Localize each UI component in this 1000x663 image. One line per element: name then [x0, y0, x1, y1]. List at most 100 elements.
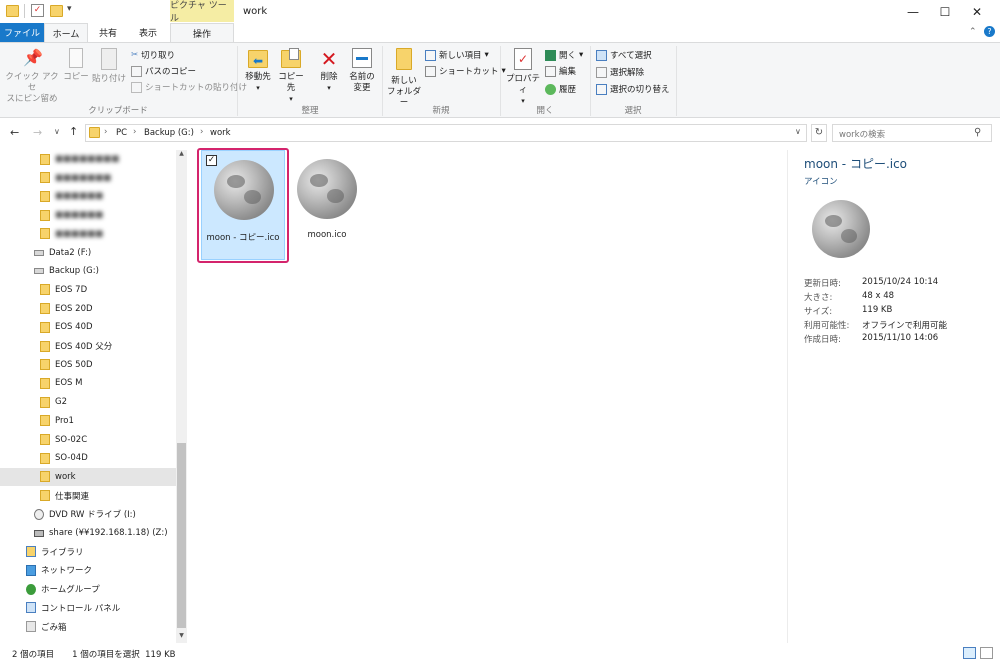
nav-item-label: work — [55, 471, 76, 482]
details-divider[interactable] — [787, 150, 788, 643]
shortcut-button[interactable]: ショートカット ▾ — [425, 64, 506, 78]
large-icons-view-icon[interactable] — [980, 647, 993, 659]
cut-label: 切り取り — [141, 51, 176, 61]
nav-item[interactable]: EOS 40D 父分 — [0, 337, 176, 355]
nav-item[interactable]: work — [0, 467, 176, 486]
nav-item[interactable]: EOS 50D — [0, 356, 176, 374]
invert-selection-label: 選択の切り替え — [610, 85, 670, 95]
new-folder-icon — [396, 48, 412, 70]
invert-selection-icon — [596, 83, 607, 95]
paste-button[interactable]: 貼り付け — [92, 48, 126, 85]
edit-icon — [545, 65, 556, 77]
folder-icon — [40, 228, 50, 240]
new-folder-quick-icon[interactable] — [50, 5, 63, 17]
new-item-button[interactable]: 新しい項目 ▾ — [425, 48, 489, 62]
nav-item-label: EOS 50D — [55, 359, 93, 370]
recent-locations-chevron-icon[interactable]: ∨ — [54, 127, 60, 136]
back-arrow-icon[interactable]: ← — [10, 126, 19, 139]
tab-manage[interactable]: 操作 — [170, 23, 234, 42]
details-size-value: 119 KB — [862, 305, 893, 315]
breadcrumb-pc[interactable]: PC — [116, 128, 127, 138]
quick-access-dropdown-icon[interactable]: ▾ — [67, 4, 72, 14]
nav-item[interactable]: share (¥¥192.168.1.18) (Z:) — [0, 524, 176, 542]
breadcrumb-work[interactable]: work — [210, 128, 231, 138]
nav-item-redacted[interactable]: ■■■■■■■ — [0, 169, 176, 187]
tab-file[interactable]: ファイル — [0, 23, 44, 42]
properties-quick-icon[interactable]: ✓ — [31, 4, 44, 17]
properties-button[interactable]: ✓ プロパティ ▾ — [504, 48, 542, 107]
ribbon-collapse-icon[interactable]: ⌃ — [969, 27, 977, 37]
select-none-button[interactable]: 選択解除 — [596, 65, 644, 79]
select-none-label: 選択解除 — [610, 68, 645, 78]
nav-item[interactable]: Data2 (F:) — [0, 244, 176, 262]
tab-view[interactable]: 表示 — [132, 23, 164, 42]
edit-button[interactable]: 編集 — [545, 64, 576, 78]
breadcrumb-drive[interactable]: Backup (G:) — [144, 128, 194, 138]
new-folder-button[interactable]: 新しい フォルダー — [386, 48, 422, 109]
nav-item[interactable]: ホームグループ — [0, 580, 176, 598]
pin-quick-access-button[interactable]: 📌 クイック アクセ スにピン留め — [4, 48, 60, 105]
invert-selection-button[interactable]: 選択の切り替え — [596, 82, 670, 96]
scroll-up-icon[interactable]: ▲ — [177, 150, 186, 160]
close-button[interactable]: ✕ — [954, 0, 1000, 24]
open-button[interactable]: 開く ▾ — [545, 48, 583, 62]
copy-button[interactable]: コピー — [62, 48, 90, 83]
nav-item-redacted[interactable]: ■■■■■■ — [0, 187, 176, 205]
window-title: work — [243, 6, 268, 17]
folder-icon — [40, 434, 50, 445]
pin-icon: 📌 — [23, 48, 43, 67]
details-view-icon[interactable] — [963, 647, 976, 659]
copy-path-button[interactable]: パスのコピー — [131, 64, 196, 78]
nav-item[interactable]: DVD RW ドライブ (I:) — [0, 505, 176, 523]
nav-item[interactable]: Pro1 — [0, 412, 176, 430]
nav-item[interactable]: EOS 7D — [0, 281, 176, 299]
address-dropdown-chevron-icon[interactable]: ∨ — [795, 127, 801, 136]
history-button[interactable]: 履歴 — [545, 82, 576, 96]
nav-item-label: SO-02C — [55, 434, 88, 445]
scroll-down-icon[interactable]: ▼ — [177, 632, 186, 642]
details-dimensions-value: 48 x 48 — [862, 291, 895, 301]
search-input[interactable]: workの検索 — [832, 124, 992, 142]
nav-item[interactable]: ごみ箱 — [0, 618, 176, 636]
delete-button[interactable]: ✕ 削除 ▾ — [316, 48, 342, 94]
nav-item[interactable]: Backup (G:) — [0, 262, 176, 280]
nav-item[interactable]: SO-04D — [0, 449, 176, 467]
nav-item[interactable]: 仕事関連 — [0, 487, 176, 505]
copy-path-icon — [131, 65, 142, 77]
navigation-scrollbar-thumb[interactable] — [177, 443, 186, 628]
file-tile-moon[interactable]: moon.ico — [285, 150, 369, 260]
tab-home[interactable]: ホーム — [44, 23, 88, 42]
nav-item-redacted[interactable]: ■■■■■■ — [0, 225, 176, 243]
nav-item-label: 仕事関連 — [55, 491, 90, 502]
nav-item[interactable]: EOS 20D — [0, 300, 176, 318]
details-created-label: 作成日時: — [804, 335, 841, 345]
help-icon[interactable]: ? — [984, 26, 995, 37]
nav-item[interactable]: EOS 40D — [0, 318, 176, 336]
paste-shortcut-button[interactable]: ショートカットの貼り付け — [131, 80, 247, 94]
nav-item-label: ■■■■■■ — [55, 191, 104, 202]
nav-item[interactable]: EOS M — [0, 374, 176, 392]
move-to-button[interactable]: ⬅ 移動先 ▾ — [243, 48, 273, 94]
forward-arrow-icon[interactable]: → — [33, 126, 42, 139]
rename-label-1: 名前の — [349, 72, 375, 82]
search-icon[interactable]: ⚲ — [974, 127, 981, 138]
copy-to-button[interactable]: コピー先 ▾ — [275, 48, 307, 105]
cut-button[interactable]: ✂ 切り取り — [131, 48, 175, 62]
details-moon-icon — [812, 200, 870, 258]
network-icon — [26, 564, 36, 576]
nav-item[interactable]: コントロール パネル — [0, 599, 176, 617]
refresh-icon[interactable]: ↻ — [811, 124, 827, 142]
rename-icon — [352, 48, 372, 68]
folder-icon — [40, 190, 50, 202]
up-arrow-icon[interactable]: ↑ — [69, 125, 78, 138]
nav-item-redacted[interactable]: ■■■■■■■■ — [0, 150, 176, 168]
open-label: 開く — [559, 51, 577, 61]
nav-item-redacted[interactable]: ■■■■■■ — [0, 206, 176, 224]
rename-button[interactable]: 名前の 変更 — [347, 48, 377, 94]
nav-item[interactable]: ネットワーク — [0, 561, 176, 579]
nav-item[interactable]: G2 — [0, 393, 176, 411]
tab-share[interactable]: 共有 — [92, 23, 124, 42]
nav-item[interactable]: SO-02C — [0, 431, 176, 449]
nav-item[interactable]: ライブラリ — [0, 543, 176, 561]
select-all-button[interactable]: すべて選択 — [596, 48, 652, 62]
